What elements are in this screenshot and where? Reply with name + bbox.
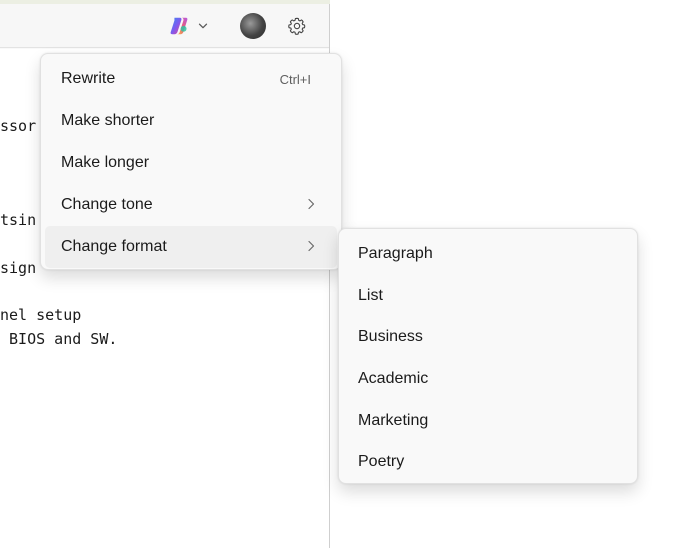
editor-line: tsin [0, 211, 37, 229]
chevron-right-icon [308, 198, 315, 210]
menu-item-shortcut: Ctrl+I [279, 71, 311, 87]
gear-icon [288, 17, 306, 35]
menu-item-rewrite[interactable]: Rewrite Ctrl+I [45, 58, 337, 100]
submenu-item-paragraph[interactable]: Paragraph [343, 233, 633, 275]
chevron-down-icon [198, 23, 208, 29]
copilot-icon [170, 17, 188, 35]
menu-item-label: Change tone [61, 196, 153, 213]
submenu-item-list[interactable]: List [343, 275, 633, 317]
submenu-item-poetry[interactable]: Poetry [343, 441, 633, 483]
submenu-item-marketing[interactable]: Marketing [343, 400, 633, 442]
toolbar [0, 4, 329, 48]
settings-button[interactable] [285, 14, 309, 38]
editor-line: nel setup [0, 306, 82, 324]
copilot-button[interactable] [164, 12, 218, 40]
menu-item-label: Rewrite [61, 70, 116, 87]
menu-item-label: Make longer [61, 154, 150, 171]
chevron-right-icon [308, 240, 315, 252]
menu-item-make-shorter[interactable]: Make shorter [45, 100, 337, 142]
menu-item-change-tone[interactable]: Change tone [45, 184, 337, 226]
editor-line: BIOS and SW. [0, 330, 118, 348]
menu-item-change-format[interactable]: Change format [45, 226, 337, 268]
menu-item-label: Make shorter [61, 112, 155, 129]
editor-line: sign [0, 259, 37, 277]
menu-item-label: Change format [61, 238, 167, 255]
rewrite-menu: Rewrite Ctrl+I Make shorter Make longer … [40, 53, 342, 270]
menu-item-make-longer[interactable]: Make longer [45, 142, 337, 184]
submenu-item-business[interactable]: Business [343, 316, 633, 358]
avatar[interactable] [240, 13, 266, 39]
format-submenu: Paragraph List Business Academic Marketi… [338, 228, 638, 484]
editor-line: ssor [0, 117, 37, 135]
submenu-item-academic[interactable]: Academic [343, 358, 633, 400]
